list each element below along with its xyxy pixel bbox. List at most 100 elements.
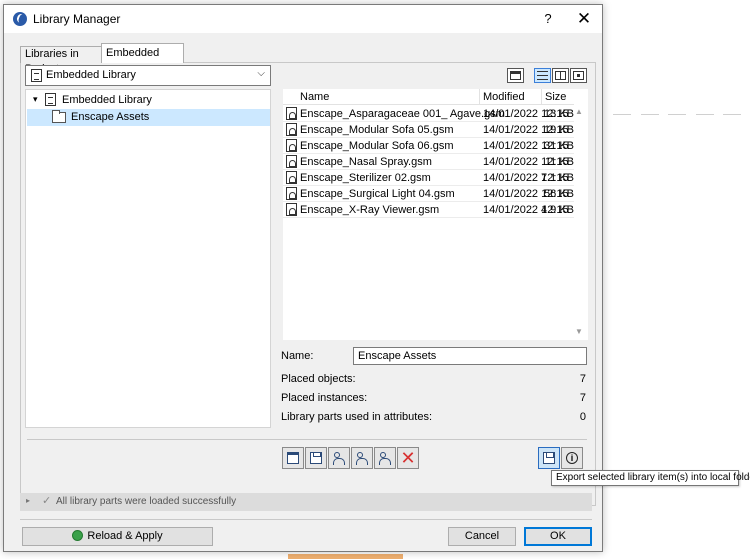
grid-icon	[555, 71, 566, 80]
check-icon: ✓	[42, 495, 52, 507]
gsm-file-icon	[286, 187, 297, 200]
placed-instances-value: 7	[579, 392, 586, 404]
grid-view-button[interactable]	[552, 68, 569, 83]
tree-item-enscape-assets[interactable]: Enscape Assets	[27, 109, 270, 126]
file-list: Name Modified Size Enscape_Asparagaceae …	[283, 89, 588, 340]
gsm-file-icon	[286, 203, 297, 216]
save-disk-icon	[543, 452, 555, 464]
table-row[interactable]: Enscape_Asparagaceae 001_ Agave.gsm 14/0…	[283, 106, 574, 122]
objects-group-icon	[356, 452, 368, 465]
export-tooltip: Export selected library item(s) into loc…	[551, 470, 750, 486]
export-button[interactable]	[538, 447, 560, 469]
list-header: Name Modified Size	[283, 89, 574, 105]
column-separator	[541, 89, 542, 105]
divider	[27, 439, 587, 440]
file-size: 19 KB	[544, 124, 574, 136]
background-dash	[723, 114, 741, 115]
file-name: Enscape_Modular Sofa 06.gsm	[300, 140, 454, 152]
gsm-file-icon	[286, 139, 297, 152]
preview-view-button[interactable]	[570, 68, 587, 83]
expand-arrow-icon[interactable]: ▸	[26, 496, 30, 505]
table-row[interactable]: Enscape_Modular Sofa 06.gsm 14/01/2022 1…	[283, 138, 574, 154]
file-name: Enscape_X-Ray Viewer.gsm	[300, 204, 440, 216]
file-size: 13 KB	[544, 108, 574, 120]
column-header-modified[interactable]: Modified	[483, 91, 525, 103]
gsm-file-icon	[286, 171, 297, 184]
folder-icon	[510, 71, 521, 80]
window-title: Library Manager	[33, 12, 121, 26]
background-dash	[641, 114, 659, 115]
library-tree: ▾ Embedded Library Enscape Assets	[25, 89, 271, 428]
tree-item-embedded-library[interactable]: ▾ Embedded Library	[26, 92, 270, 109]
object-add-icon	[333, 452, 345, 465]
library-manager-dialog: Library Manager ? ✕ Libraries in Project…	[3, 4, 603, 552]
info-icon: i	[566, 452, 578, 464]
reload-icon	[72, 530, 84, 541]
file-name: Enscape_Surgical Light 04.gsm	[300, 188, 455, 200]
list-view-button[interactable]	[534, 68, 551, 83]
scroll-up-arrow[interactable]: ▲	[575, 107, 583, 116]
name-field[interactable]	[353, 347, 587, 365]
file-size: 7.1 KB	[540, 172, 574, 184]
column-separator	[479, 89, 480, 105]
column-header-size[interactable]: Size	[545, 91, 566, 103]
background-dash	[613, 114, 631, 115]
help-button[interactable]: ?	[538, 9, 558, 29]
add-library-button[interactable]	[282, 447, 304, 469]
divider	[20, 519, 592, 520]
red-x-icon: ✕	[400, 448, 416, 468]
move-object-button[interactable]	[374, 447, 396, 469]
file-size: 31 KB	[544, 140, 574, 152]
tree-item-label: Enscape Assets	[71, 111, 150, 123]
library-doc-icon	[31, 69, 42, 82]
table-row[interactable]: Enscape_Nasal Spray.gsm 14/01/2022 12:15…	[283, 154, 574, 170]
gsm-file-icon	[286, 155, 297, 168]
tab-libraries-in-project[interactable]: Libraries in Project	[20, 46, 102, 75]
background-dash	[696, 114, 714, 115]
tab-embedded-library[interactable]: Embedded Library	[101, 43, 184, 77]
table-row[interactable]: Enscape_Sterilizer 02.gsm 14/01/2022 12:…	[283, 170, 574, 186]
table-row[interactable]: Enscape_X-Ray Viewer.gsm 14/01/2022 12:1…	[283, 202, 574, 218]
object-move-icon	[379, 452, 391, 465]
list-icon	[537, 71, 548, 80]
placed-objects-value: 7	[579, 373, 586, 385]
info-button[interactable]: i	[561, 447, 583, 469]
table-row[interactable]: Enscape_Surgical Light 04.gsm 14/01/2022…	[283, 186, 574, 202]
status-bar: ▸ ✓ All library parts were loaded succes…	[20, 493, 592, 511]
file-size: 11 KB	[544, 156, 574, 168]
group-objects-button[interactable]	[351, 447, 373, 469]
file-name: Enscape_Sterilizer 02.gsm	[300, 172, 431, 184]
cancel-button[interactable]: Cancel	[448, 527, 516, 546]
scroll-down-arrow[interactable]: ▼	[575, 327, 583, 336]
gsm-file-icon	[286, 107, 297, 120]
background-highlight	[288, 554, 403, 559]
background-dash	[668, 114, 686, 115]
table-row[interactable]: Enscape_Modular Sofa 05.gsm 14/01/2022 1…	[283, 122, 574, 138]
status-text: All library parts were loaded successful…	[56, 496, 237, 507]
chevron-down-icon[interactable]: ▾	[33, 94, 38, 105]
delete-button[interactable]: ✕	[397, 447, 419, 469]
new-folder-view-button[interactable]	[507, 68, 524, 83]
gsm-file-icon	[286, 123, 297, 136]
folder-open-icon	[287, 452, 299, 464]
chevron-down-icon: ⌵	[257, 68, 265, 79]
column-header-name[interactable]: Name	[300, 91, 329, 103]
attribute-parts-value: 0	[579, 411, 586, 423]
attribute-parts-label: Library parts used in attributes:	[281, 411, 433, 423]
library-select-value: Embedded Library	[46, 69, 136, 81]
reload-apply-button[interactable]: Reload & Apply	[22, 527, 213, 546]
file-name: Enscape_Asparagaceae 001_ Agave.gsm	[300, 108, 505, 120]
placed-objects-label: Placed objects:	[281, 373, 356, 385]
ok-button[interactable]: OK	[524, 527, 592, 546]
add-object-button[interactable]	[328, 447, 350, 469]
reload-apply-label: Reload & Apply	[87, 530, 163, 542]
preview-icon	[573, 71, 584, 80]
archicad-icon	[13, 12, 27, 26]
library-select[interactable]: Embedded Library ⌵	[25, 65, 271, 86]
file-name: Enscape_Nasal Spray.gsm	[300, 156, 432, 168]
title-bar: Library Manager ? ✕	[4, 5, 602, 33]
file-name: Enscape_Modular Sofa 05.gsm	[300, 124, 454, 136]
close-button[interactable]: ✕	[572, 9, 596, 29]
placed-instances-label: Placed instances:	[281, 392, 368, 404]
import-button[interactable]	[305, 447, 327, 469]
